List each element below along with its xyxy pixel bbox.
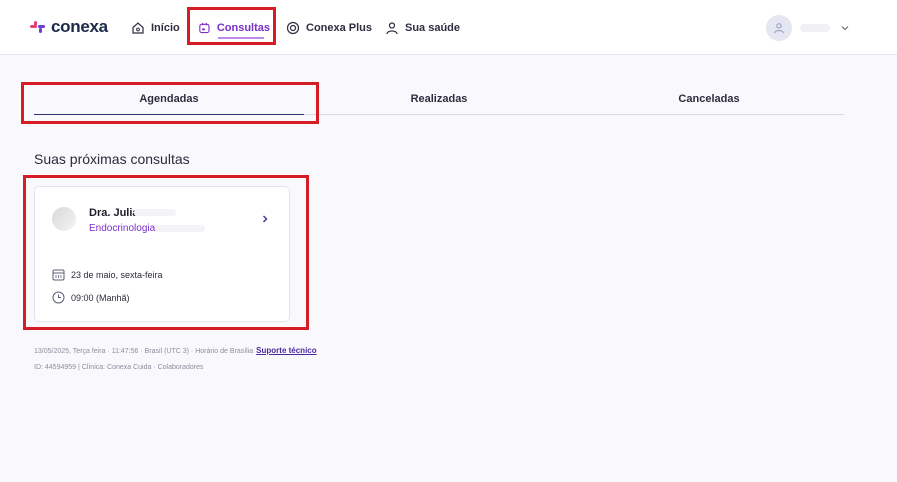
- nav-item-conexa-plus[interactable]: Conexa Plus: [286, 0, 372, 55]
- conexa-logo-mark-icon: [30, 19, 46, 35]
- highlight-box-tab: [21, 82, 319, 124]
- nav-item-label: Sua saúde: [405, 21, 461, 34]
- top-navigation-bar: conexa Início Consultas Conexa Plus Sua …: [0, 0, 897, 55]
- nav-item-inicio[interactable]: Início: [131, 0, 180, 55]
- brand-name: conexa: [51, 17, 108, 36]
- person-icon: [774, 23, 784, 34]
- avatar: [766, 15, 792, 41]
- nav-item-label: Conexa Plus: [306, 21, 373, 34]
- section-title: Suas próximas consultas: [34, 151, 190, 167]
- user-menu[interactable]: [766, 15, 850, 41]
- nav-item-label: Início: [151, 21, 180, 34]
- footer-id-line: ID: 44594959 | Clínica: Conexa Cuida · C…: [34, 364, 204, 371]
- nav-item-sua-saude[interactable]: Sua saúde: [385, 0, 460, 55]
- brand-logo[interactable]: conexa: [30, 17, 108, 37]
- user-name-redacted: [800, 24, 830, 32]
- person-icon: [386, 21, 398, 34]
- home-icon: [132, 21, 144, 34]
- footer-info-line: 13/05/2025, Terça feira · 11:47:56 · Bra…: [34, 346, 317, 355]
- support-link[interactable]: Suporte técnico: [256, 346, 316, 355]
- footer-datetime: 13/05/2025, Terça feira · 11:47:56 · Bra…: [34, 348, 254, 355]
- highlight-box-card: [23, 175, 309, 330]
- target-icon: [286, 21, 300, 34]
- tab-canceladas[interactable]: Canceladas: [574, 85, 844, 114]
- highlight-box-nav: [187, 7, 276, 45]
- tab-realizadas[interactable]: Realizadas: [304, 85, 574, 114]
- chevron-down-icon: [841, 26, 849, 31]
